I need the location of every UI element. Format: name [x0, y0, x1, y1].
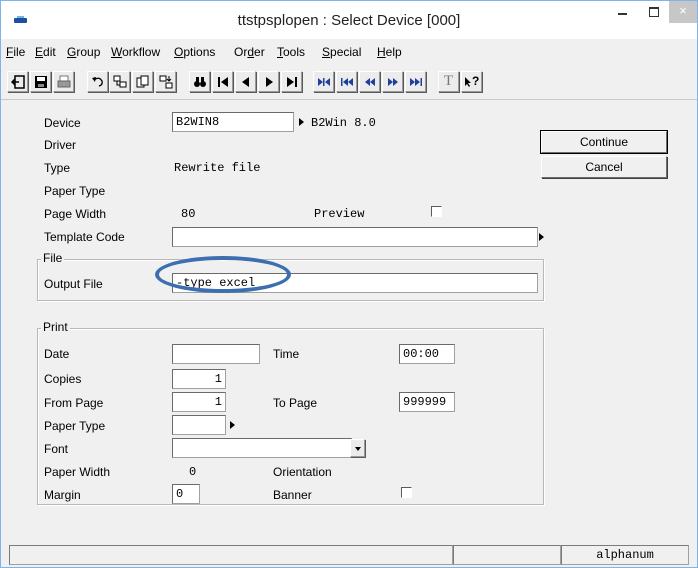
device-label: Device [44, 116, 81, 130]
previous-record-icon[interactable] [235, 71, 256, 92]
output-file-label: Output File [44, 277, 103, 291]
cancel-button[interactable]: Cancel [541, 156, 667, 178]
menu-tools[interactable]: Tools [277, 45, 305, 59]
menu-workflow[interactable]: Workflow [111, 45, 160, 59]
banner-checkbox[interactable] [401, 487, 412, 498]
find-icon[interactable] [189, 71, 210, 92]
from-page-field[interactable]: 1 [172, 392, 226, 412]
menu-order[interactable]: Order [234, 45, 265, 59]
preview-checkbox[interactable] [431, 206, 442, 217]
driver-label: Driver [44, 138, 76, 152]
help-question-mark: ? [472, 74, 480, 88]
previous-group-icon[interactable] [359, 71, 380, 92]
copies-field[interactable]: 1 [172, 369, 226, 389]
menu-help[interactable]: Help [377, 45, 402, 59]
menu-mnemonic: S [322, 45, 331, 59]
print-group-title: Print [41, 320, 70, 334]
undo-icon[interactable] [87, 71, 108, 92]
date-label: Date [44, 347, 70, 361]
to-page-label: To Page [273, 396, 318, 410]
print-icon[interactable] [53, 71, 74, 92]
highlight-ellipse [155, 256, 291, 293]
first-record-icon[interactable] [212, 71, 233, 92]
first-set-icon[interactable] [313, 71, 334, 92]
template-code-field[interactable] [172, 227, 538, 247]
next-group-icon[interactable] [382, 71, 403, 92]
save-icon[interactable] [30, 71, 51, 92]
time-field[interactable]: 00:00 [399, 344, 455, 364]
menu-file[interactable]: File [6, 45, 25, 59]
menu-options[interactable]: Options [174, 45, 215, 59]
font-dropdown-arrow-icon[interactable] [350, 439, 365, 457]
print-paper-type-label: Paper Type [44, 419, 106, 433]
to-page-field[interactable]: 999999 [399, 392, 455, 412]
menu-mnemonic: E [35, 45, 44, 59]
banner-label: Banner [273, 488, 312, 502]
continue-button[interactable]: Continue [540, 130, 668, 154]
last-set-icon[interactable] [405, 71, 426, 92]
device-zoom-arrow-icon[interactable] [299, 118, 304, 126]
type-label: Type [44, 161, 71, 175]
menu-mnemonic: W [111, 45, 123, 59]
menu-edit[interactable]: Edit [35, 45, 56, 59]
copies-label: Copies [44, 372, 82, 386]
title-bar: ttstpsplopen : Select Device [000] × [1, 1, 697, 39]
special-icon[interactable] [155, 71, 176, 92]
next-record-icon[interactable] [258, 71, 279, 92]
paper-type-label: Paper Type [44, 184, 106, 198]
status-info-pane [453, 545, 561, 565]
device-field[interactable]: B2WIN8 [172, 112, 294, 132]
paper-width-label: Paper Width [44, 465, 111, 479]
page-width-label: Page Width [44, 207, 107, 221]
margin-label: Margin [44, 488, 81, 502]
preview-label: Preview [314, 207, 365, 221]
help-icon[interactable]: ? [461, 71, 482, 92]
menu-group[interactable]: Group [67, 45, 100, 59]
text-icon[interactable]: T [438, 71, 459, 92]
file-group-title: File [41, 251, 65, 265]
last-record-icon[interactable] [281, 71, 302, 92]
font-label: Font [44, 442, 69, 456]
status-bar: alphanum [1, 541, 697, 567]
menu-mnemonic: T [277, 45, 283, 59]
orientation-label: Orientation [273, 465, 332, 479]
time-label: Time [273, 347, 300, 361]
minimize-button[interactable] [608, 1, 638, 23]
device-description: B2Win 8.0 [311, 116, 376, 130]
previous-set-icon[interactable] [336, 71, 357, 92]
exit-icon[interactable] [7, 71, 28, 92]
maximize-button[interactable] [639, 1, 669, 23]
paper-width-value: 0 [189, 465, 197, 479]
date-field[interactable] [172, 344, 260, 364]
menu-mnemonic: H [377, 45, 386, 59]
copy-record-icon[interactable] [132, 71, 153, 92]
application-window: ttstpsplopen : Select Device [000] × Fil… [0, 0, 698, 568]
margin-field[interactable]: 0 [172, 484, 200, 504]
menu-special[interactable]: Special [322, 45, 361, 59]
window-title: ttstpsplopen : Select Device [000] [237, 12, 461, 29]
menu-bar: File Edit Group Workflow Options Order T… [1, 39, 697, 63]
toolbar: T ? [1, 63, 697, 100]
template-code-zoom-arrow-icon[interactable] [539, 233, 544, 241]
print-paper-type-field[interactable] [172, 415, 226, 435]
insert-record-icon[interactable] [109, 71, 130, 92]
menu-mnemonic: G [67, 45, 77, 59]
menu-mnemonic: O [174, 45, 184, 59]
status-message-pane [9, 545, 453, 565]
template-code-label: Template Code [44, 230, 125, 244]
paper-type-zoom-arrow-icon[interactable] [230, 421, 235, 429]
menu-mnemonic: d [247, 45, 255, 59]
close-button[interactable]: × [669, 1, 697, 23]
status-mode-pane: alphanum [561, 545, 689, 565]
type-value: Rewrite file [174, 161, 261, 175]
font-select[interactable] [172, 438, 352, 458]
menu-mnemonic: F [6, 45, 14, 59]
from-page-label: From Page [44, 396, 104, 410]
page-width-value: 80 [181, 207, 196, 221]
